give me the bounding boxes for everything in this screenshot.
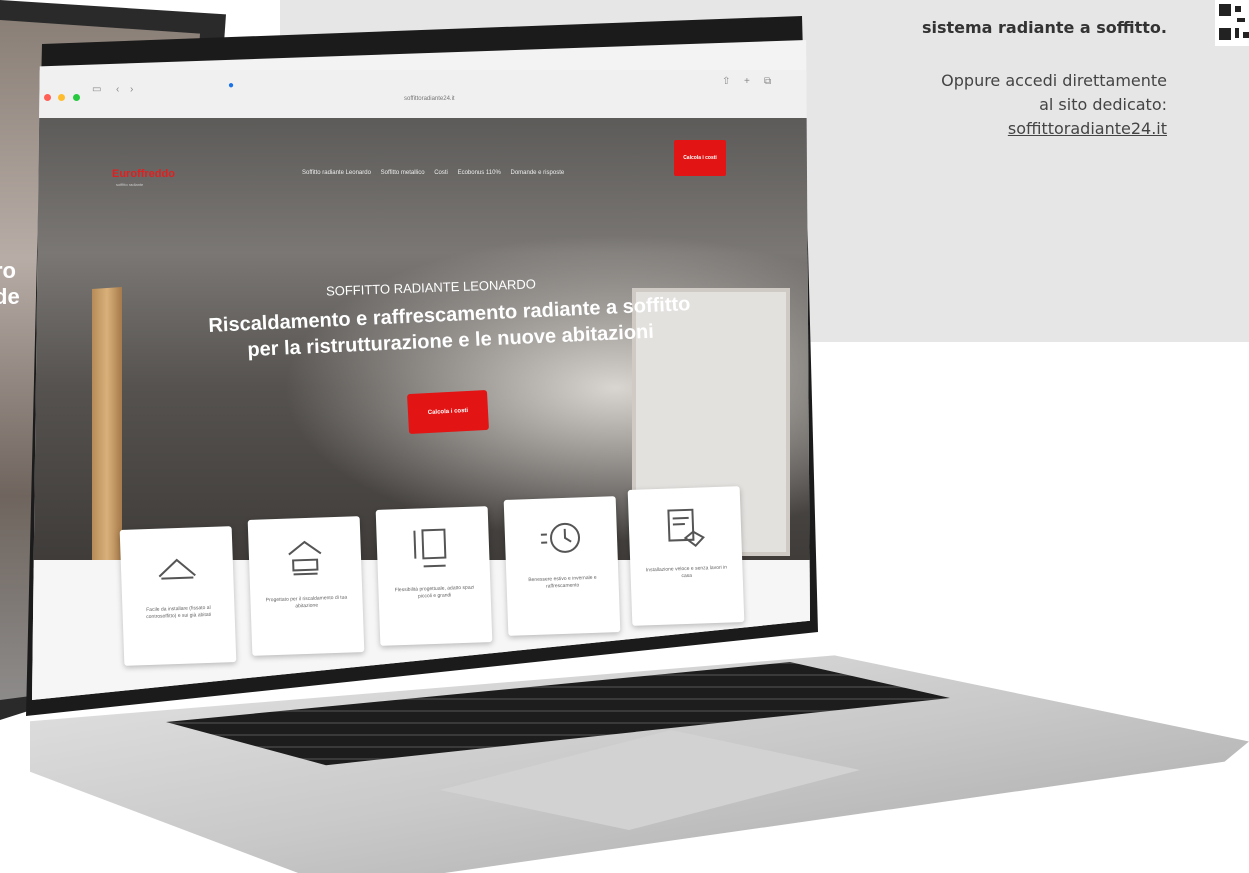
new-tab-icon[interactable]: + xyxy=(744,76,750,87)
site-logo-tagline: soffitto radiante xyxy=(116,182,144,187)
shield-icon: ● xyxy=(228,80,235,91)
info-subtext: Oppure accedi direttamente al sito dedic… xyxy=(747,69,1167,141)
nav-calculate-costs-button[interactable]: Calcola i costi xyxy=(674,140,726,176)
feature-card[interactable]: Facile da installare (fissato al contros… xyxy=(119,526,237,666)
nav-item-leonardo[interactable]: Soffitto radiante Leonardo xyxy=(302,170,371,176)
laptop-screen: ▭ ‹ › ● soffittoradiante24.it ⇧ + ⧉ Euro… xyxy=(32,40,810,700)
site-logo[interactable]: Euroffreddo xyxy=(112,168,175,180)
feature-card[interactable]: Flessibilità progettuale, adatto spazi p… xyxy=(375,506,493,646)
feature-card-label: Installazione veloce e senza lavori in c… xyxy=(645,564,728,580)
address-bar[interactable]: soffittoradiante24.it xyxy=(404,96,455,102)
feature-card-label: Progettato per il riscaldamento di tua a… xyxy=(265,594,348,610)
feature-card[interactable]: Benessere estivo e invernale e raffresca… xyxy=(503,496,621,636)
sidebar-icon[interactable]: ▭ xyxy=(92,84,101,95)
close-window-icon[interactable] xyxy=(44,94,51,101)
window-controls xyxy=(44,88,83,106)
hero-calculate-costs-button[interactable]: Calcola i costi xyxy=(407,389,489,435)
room-dimensions-icon xyxy=(413,528,447,568)
nav-item-costi[interactable]: Costi xyxy=(434,170,448,176)
qr-code-icon xyxy=(1215,0,1249,46)
info-headline: sistema radiante a soffitto. xyxy=(921,18,1167,37)
back-laptop-text: ro de xyxy=(0,258,20,310)
feature-card-label: Facile da installare (fissato al contros… xyxy=(146,604,212,621)
back-laptop-line-1: ro xyxy=(0,258,16,283)
feature-card[interactable]: Progettato per il riscaldamento di tua a… xyxy=(247,516,365,656)
handshake-document-icon xyxy=(667,508,705,547)
zoom-window-icon[interactable] xyxy=(72,94,80,101)
nav-item-metallico[interactable]: Soffitto metallico xyxy=(381,170,425,176)
clock-icon xyxy=(540,522,581,553)
back-laptop-line-2: de xyxy=(0,284,20,309)
feature-card[interactable]: Installazione veloce e senza lavori in c… xyxy=(627,486,745,626)
nav-item-ecobonus[interactable]: Ecobonus 110% xyxy=(458,170,501,176)
forward-arrow-icon[interactable]: › xyxy=(130,84,133,95)
tabs-overview-icon[interactable]: ⧉ xyxy=(764,76,771,87)
back-arrow-icon[interactable]: ‹ xyxy=(116,84,119,95)
minimize-window-icon[interactable] xyxy=(58,94,66,101)
site-nav: Soffitto radiante Leonardo Soffitto meta… xyxy=(302,170,572,176)
feature-card-label: Benessere estivo e invernale e raffresca… xyxy=(528,574,597,590)
feature-cards: Facile da installare (fissato al contros… xyxy=(119,480,762,666)
ceiling-icon xyxy=(158,558,196,580)
feature-card-label: Flessibilità progettuale, adatto spazi p… xyxy=(394,584,475,600)
bedroom-icon xyxy=(288,540,322,576)
share-icon[interactable]: ⇧ xyxy=(722,76,730,87)
info-sub-line-2: al sito dedicato: xyxy=(1039,95,1167,114)
site-link[interactable]: soffittoradiante24.it xyxy=(747,117,1167,141)
nav-item-faq[interactable]: Domande e risposte xyxy=(511,170,565,176)
info-sub-line-1: Oppure accedi direttamente xyxy=(941,71,1167,90)
wood-slats-decoration xyxy=(92,286,122,590)
info-text: sistema radiante a soffitto. Oppure acce… xyxy=(747,0,1167,141)
